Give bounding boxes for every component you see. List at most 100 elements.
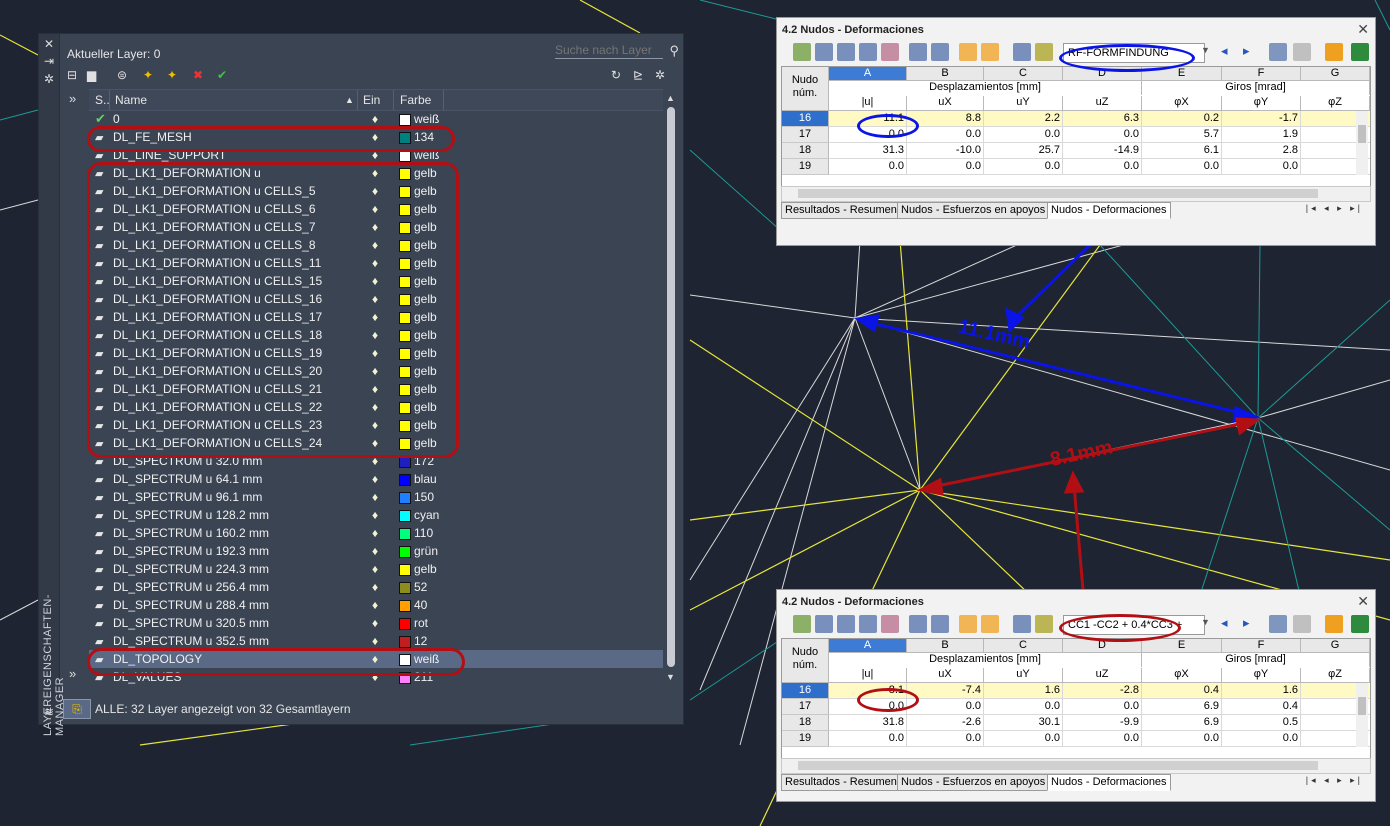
lightbulb-icon[interactable]: ♦ (372, 580, 378, 594)
color-swatch[interactable] (399, 258, 411, 270)
tab-navigation-icon[interactable]: |◂ ◂ ▸ ▸| (1306, 775, 1363, 786)
lightbulb-icon[interactable]: ♦ (372, 526, 378, 540)
layer-row[interactable]: ▰ DL_LK1_DEFORMATION u CELLS_16 ♦ gelb (89, 290, 663, 308)
table-cell[interactable]: -10.0 (907, 143, 984, 158)
layer-color-name[interactable]: weiß (414, 652, 439, 666)
color-swatch[interactable] (399, 636, 411, 648)
view-icon[interactable] (1293, 43, 1311, 61)
lightbulb-icon[interactable]: ♦ (372, 238, 378, 252)
table-cell[interactable]: 0.0 (907, 731, 984, 746)
table-cell[interactable]: 31.3 (829, 143, 907, 158)
layer-color-name[interactable]: gelb (414, 238, 437, 252)
table-cell[interactable]: 0.0 (1063, 127, 1142, 142)
autohide-icon[interactable]: ⇥ (43, 55, 55, 67)
color-swatch[interactable] (399, 276, 411, 288)
scroll-up-icon[interactable]: ▲ (666, 93, 675, 103)
column-on[interactable]: Ein (363, 93, 380, 107)
table-cell[interactable]: -1.7 (1222, 111, 1301, 126)
results-tab[interactable]: Resultados - Resumen (781, 202, 901, 219)
lightbulb-icon[interactable]: ♦ (372, 130, 378, 144)
color-swatch[interactable] (399, 240, 411, 252)
layer-row[interactable]: ▰ DL_LK1_DEFORMATION u CELLS_20 ♦ gelb (89, 362, 663, 380)
table-cell[interactable]: 1.6 (984, 683, 1063, 698)
layer-row[interactable]: ▰ DL_SPECTRUM u 224.3 mm ♦ gelb (89, 560, 663, 578)
layer-name[interactable]: DL_LK1_DEFORMATION u CELLS_20 (113, 364, 322, 378)
table-row[interactable]: 0.0 0.0 0.0 0.0 6.9 0.4 (829, 699, 1370, 715)
arrow-right-icon[interactable]: ▸ (1243, 615, 1250, 631)
column-name[interactable]: Name (115, 93, 147, 107)
layer-row[interactable]: ▰ DL_TOPOLOGY ♦ weiß (89, 650, 663, 668)
layer-name[interactable]: DL_FE_MESH (113, 130, 192, 144)
layer-row[interactable]: ▰ DL_SPECTRUM u 320.5 mm ♦ rot (89, 614, 663, 632)
layer-color-name[interactable]: gelb (414, 382, 437, 396)
table-cell[interactable]: 0.0 (829, 159, 907, 174)
node-number[interactable]: 17 (782, 127, 829, 143)
layer-list-scrollbar[interactable]: ▲ ▼ (663, 89, 679, 687)
column-letter[interactable]: E (1142, 67, 1222, 81)
color-swatch[interactable] (399, 564, 411, 576)
layer-color-name[interactable]: gelb (414, 346, 437, 360)
table-cell[interactable]: 8.8 (907, 111, 984, 126)
pick-icon[interactable] (1269, 615, 1287, 633)
lightbulb-icon[interactable]: ♦ (372, 328, 378, 342)
lightbulb-icon[interactable]: ♦ (372, 382, 378, 396)
layer-name[interactable]: DL_LK1_DEFORMATION u CELLS_8 (113, 238, 316, 252)
table-hscroll[interactable] (781, 186, 1371, 202)
lightbulb-icon[interactable]: ♦ (372, 418, 378, 432)
delete-layer-icon[interactable]: ✖ (193, 68, 203, 86)
lightbulb-icon[interactable]: ♦ (372, 508, 378, 522)
table-row[interactable]: 0.0 0.0 0.0 0.0 5.7 1.9 (829, 127, 1370, 143)
layer-name[interactable]: DL_SPECTRUM u 352.5 mm (113, 634, 269, 648)
new-property-filter-icon[interactable]: ⊟ (67, 68, 77, 86)
close-icon[interactable]: ✕ (1357, 593, 1369, 610)
color-swatch[interactable] (399, 204, 411, 216)
color-swatch[interactable] (399, 600, 411, 612)
set-current-icon[interactable]: ✔ (217, 68, 227, 86)
layer-row[interactable]: ▰ DL_LK1_DEFORMATION u CELLS_6 ♦ gelb (89, 200, 663, 218)
column-letter[interactable]: C (984, 639, 1063, 653)
color-swatch[interactable] (399, 528, 411, 540)
layer-name[interactable]: DL_LK1_DEFORMATION u CELLS_16 (113, 292, 322, 306)
table-cell[interactable]: 0.0 (829, 127, 907, 142)
next-table-icon[interactable] (931, 43, 949, 61)
layer-name[interactable]: DL_SPECTRUM u 256.4 mm (113, 580, 269, 594)
tab-navigation-icon[interactable]: |◂ ◂ ▸ ▸| (1306, 203, 1363, 214)
node-number[interactable]: 18 (782, 715, 829, 731)
table-cell[interactable]: 0.0 (907, 699, 984, 714)
color-swatch[interactable] (399, 582, 411, 594)
chevron-down-icon[interactable]: ▼ (1201, 45, 1210, 55)
node-number[interactable]: 16 (782, 683, 829, 699)
color-swatch[interactable] (399, 618, 411, 630)
view-icon[interactable] (1293, 615, 1311, 633)
lightbulb-icon[interactable]: ♦ (372, 472, 378, 486)
results-tab[interactable]: Nudos - Deformaciones (1047, 202, 1171, 219)
color-swatch[interactable] (399, 456, 411, 468)
table-cell[interactable]: -14.9 (1063, 143, 1142, 158)
layer-color-name[interactable]: blau (414, 472, 437, 486)
table-row[interactable]: 0.0 0.0 0.0 0.0 0.0 0.0 (829, 159, 1370, 175)
table-icon[interactable] (859, 615, 877, 633)
lightbulb-icon[interactable]: ♦ (372, 148, 378, 162)
table-cell[interactable]: 0.0 (984, 127, 1063, 142)
table-cell[interactable]: 0.0 (1063, 159, 1142, 174)
table-cell[interactable]: 0.0 (984, 731, 1063, 746)
layer-row[interactable]: ▰ DL_LK1_DEFORMATION u CELLS_7 ♦ gelb (89, 218, 663, 236)
layer-color-name[interactable]: 172 (414, 454, 434, 468)
lightbulb-icon[interactable]: ♦ (372, 346, 378, 360)
layer-color-name[interactable]: gelb (414, 202, 437, 216)
table-cell[interactable]: -9.9 (1063, 715, 1142, 730)
layer-color-name[interactable]: grün (414, 544, 438, 558)
color-swatch[interactable] (399, 348, 411, 360)
layer-row[interactable]: ▰ DL_SPECTRUM u 352.5 mm ♦ 12 (89, 632, 663, 650)
new-layer-icon[interactable]: ✦ (143, 68, 153, 86)
layer-name[interactable]: DL_LK1_DEFORMATION u CELLS_11 (113, 256, 321, 270)
arrow-left-icon[interactable]: ◂ (1221, 615, 1228, 631)
layer-name[interactable]: DL_LK1_DEFORMATION u CELLS_17 (113, 310, 322, 324)
layer-row[interactable]: ✔ 0 ♦ weiß (89, 110, 663, 128)
lightbulb-icon[interactable]: ♦ (372, 598, 378, 612)
lightbulb-icon[interactable]: ♦ (372, 310, 378, 324)
layer-color-name[interactable]: gelb (414, 328, 437, 342)
graphic-icon[interactable] (981, 43, 999, 61)
layer-name[interactable]: DL_LK1_DEFORMATION u CELLS_7 (113, 220, 316, 234)
lightbulb-icon[interactable]: ♦ (372, 616, 378, 630)
